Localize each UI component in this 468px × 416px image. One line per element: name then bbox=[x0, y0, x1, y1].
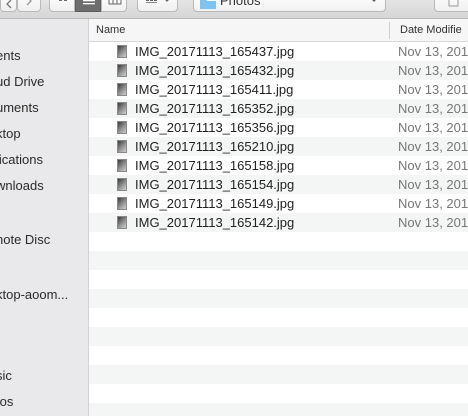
file-date: Nov 13, 2017 bbox=[398, 215, 468, 230]
column-divider[interactable] bbox=[389, 22, 390, 39]
image-thumbnail-icon bbox=[117, 216, 127, 229]
image-thumbnail-icon bbox=[117, 121, 127, 134]
chevron-left-icon bbox=[6, 0, 12, 9]
sidebar-item-downloads[interactable]: wnloads bbox=[0, 178, 48, 193]
file-name: IMG_20171113_165356.jpg bbox=[135, 120, 295, 135]
file-date: Nov 13, 2017 bbox=[398, 82, 468, 97]
sidebar-item-label: ktop-aoom... bbox=[0, 287, 69, 302]
image-thumbnail-icon bbox=[117, 83, 127, 96]
column-view-button[interactable] bbox=[101, 0, 127, 12]
empty-row bbox=[89, 384, 468, 403]
sidebar-item-desktop[interactable]: ktop bbox=[0, 126, 25, 141]
grid-icon bbox=[59, 0, 67, 1]
folder-icon bbox=[200, 0, 216, 9]
file-date: Nov 13, 2017 bbox=[398, 139, 468, 154]
sidebar-item-applications[interactable]: lications bbox=[0, 152, 47, 167]
chevron-right-icon bbox=[26, 0, 32, 6]
file-name: IMG_20171113_165142.jpg bbox=[135, 215, 295, 230]
image-thumbnail-icon bbox=[117, 102, 127, 115]
empty-row bbox=[89, 251, 468, 270]
toolbar: Photos bbox=[0, 0, 468, 19]
table-row[interactable]: IMG_20171113_165411.jpg Nov 13, 2017 bbox=[89, 80, 468, 99]
path-label: Photos bbox=[220, 0, 261, 8]
file-date: Nov 13, 2017 bbox=[398, 63, 468, 78]
empty-row bbox=[89, 346, 468, 365]
file-date: Nov 13, 2017 bbox=[398, 177, 468, 192]
sidebar-item-photos[interactable]: tos bbox=[0, 394, 17, 409]
chevron-down-icon bbox=[372, 0, 376, 2]
empty-row bbox=[89, 327, 468, 346]
file-list: Name Date Modifie IMG_20171113_165437.jp… bbox=[89, 19, 468, 416]
sidebar-item-documents[interactable]: uments bbox=[0, 100, 43, 115]
empty-row bbox=[89, 270, 468, 289]
file-name: IMG_20171113_165154.jpg bbox=[135, 177, 295, 192]
sidebar-item-label: note Disc bbox=[0, 232, 51, 247]
back-button[interactable] bbox=[0, 0, 17, 12]
file-date: Nov 13, 2017 bbox=[398, 120, 468, 135]
image-thumbnail-icon bbox=[117, 159, 127, 172]
columns-icon bbox=[108, 0, 122, 5]
table-row[interactable]: IMG_20171113_165437.jpg Nov 13, 2017 bbox=[89, 42, 468, 61]
file-name: IMG_20171113_165437.jpg bbox=[135, 44, 295, 59]
file-name: IMG_20171113_165210.jpg bbox=[135, 139, 295, 154]
sidebar-item-recents[interactable]: ents bbox=[0, 48, 25, 63]
table-row[interactable]: IMG_20171113_165149.jpg Nov 13, 2017 bbox=[89, 194, 468, 213]
image-thumbnail-icon bbox=[117, 140, 127, 153]
empty-row bbox=[89, 232, 468, 251]
sidebar-item-remote-disc[interactable]: note Disc bbox=[0, 232, 54, 247]
empty-row bbox=[89, 289, 468, 308]
image-thumbnail-icon bbox=[117, 45, 127, 58]
table-row[interactable]: IMG_20171113_165158.jpg Nov 13, 2017 bbox=[89, 156, 468, 175]
forward-button[interactable] bbox=[17, 0, 41, 12]
share-button[interactable] bbox=[434, 0, 468, 12]
empty-row bbox=[89, 403, 468, 416]
file-name: IMG_20171113_165158.jpg bbox=[135, 158, 295, 173]
sidebar-item-label: ents bbox=[0, 48, 21, 63]
table-row[interactable]: IMG_20171113_165142.jpg Nov 13, 2017 bbox=[89, 213, 468, 232]
icon-view-button[interactable] bbox=[49, 0, 75, 12]
list-view-button[interactable] bbox=[75, 0, 101, 12]
file-date: Nov 13, 2017 bbox=[398, 101, 468, 116]
sidebar-item-label: tos bbox=[0, 394, 14, 409]
empty-row bbox=[89, 365, 468, 384]
sidebar-item-label: ktop bbox=[0, 126, 21, 141]
sidebar-item-label: sic bbox=[0, 368, 12, 383]
table-row[interactable]: IMG_20171113_165210.jpg Nov 13, 2017 bbox=[89, 137, 468, 156]
list-header: Name Date Modifie bbox=[89, 19, 468, 42]
table-row[interactable]: IMG_20171113_165432.jpg Nov 13, 2017 bbox=[89, 61, 468, 80]
sidebar-item-icloud-drive[interactable]: ud Drive bbox=[0, 74, 48, 89]
file-name: IMG_20171113_165411.jpg bbox=[135, 82, 294, 97]
image-thumbnail-icon bbox=[117, 178, 127, 191]
image-thumbnail-icon bbox=[117, 197, 127, 210]
sidebar-item-music[interactable]: sic bbox=[0, 368, 16, 383]
list-icon bbox=[83, 0, 95, 5]
file-date: Nov 13, 2017 bbox=[398, 196, 468, 211]
file-name: IMG_20171113_165149.jpg bbox=[135, 196, 295, 211]
sidebar: ents ud Drive uments ktop lications wnlo… bbox=[0, 19, 89, 416]
path-popup[interactable]: Photos bbox=[193, 0, 386, 12]
file-date: Nov 13, 2017 bbox=[398, 44, 468, 59]
sidebar-item-label: lications bbox=[0, 152, 43, 167]
arrange-icon bbox=[146, 0, 169, 3]
file-name: IMG_20171113_165352.jpg bbox=[135, 101, 295, 116]
table-row[interactable]: IMG_20171113_165352.jpg Nov 13, 2017 bbox=[89, 99, 468, 118]
column-header-name[interactable]: Name bbox=[96, 24, 125, 36]
arrange-button[interactable] bbox=[137, 0, 178, 12]
sidebar-item-label: wnloads bbox=[0, 178, 44, 193]
file-date: Nov 13, 2017 bbox=[398, 158, 468, 173]
table-row[interactable]: IMG_20171113_165356.jpg Nov 13, 2017 bbox=[89, 118, 468, 137]
sidebar-item-shared-desktop[interactable]: ktop-aoom... bbox=[0, 287, 72, 302]
image-thumbnail-icon bbox=[117, 64, 127, 77]
sidebar-item-label: uments bbox=[0, 100, 39, 115]
sidebar-item-label: ud Drive bbox=[0, 74, 45, 89]
table-row[interactable]: IMG_20171113_165154.jpg Nov 13, 2017 bbox=[89, 175, 468, 194]
column-header-date[interactable]: Date Modifie bbox=[400, 24, 462, 36]
empty-row bbox=[89, 308, 468, 327]
share-icon bbox=[448, 0, 459, 7]
file-name: IMG_20171113_165432.jpg bbox=[135, 63, 295, 78]
